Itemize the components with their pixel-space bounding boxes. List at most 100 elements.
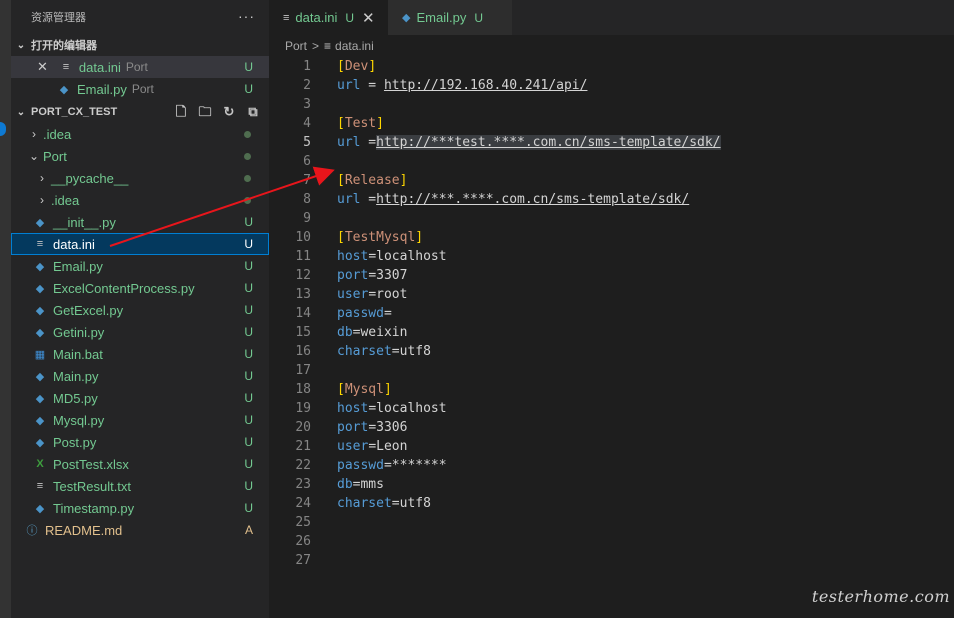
activity-indicator — [0, 122, 6, 136]
tree-file[interactable]: ▦ Main.bat U — [11, 343, 269, 365]
tree-file[interactable]: ◆ Mysql.py U — [11, 409, 269, 431]
python-icon: ◆ — [35, 260, 45, 273]
code-line: 17 — [269, 361, 954, 380]
project-name: PORT_CX_TEST — [31, 106, 118, 118]
line-number: 9 — [303, 211, 311, 226]
tree-file[interactable]: ⓘ README.md A — [11, 519, 269, 541]
tree-file-selected[interactable]: ≡ data.ini U — [11, 233, 269, 255]
ini-key: user — [337, 287, 369, 302]
chevron-down-icon: ⌄ — [16, 39, 26, 51]
url-link[interactable]: http://***test.****.com.cn/sms-template/… — [376, 135, 721, 150]
chevron-right-icon: › — [40, 171, 44, 185]
git-status-dot — [244, 130, 251, 138]
tree-folder-idea-2[interactable]: › .idea — [11, 189, 269, 211]
line-number: 4 — [303, 116, 311, 131]
code-editor[interactable]: 1 [Dev] 2 url = http://192.168.40.241/api/… — [269, 57, 954, 570]
tree-file[interactable]: ◆ MD5.py U — [11, 387, 269, 409]
tree-file[interactable]: ◆ Getini.py U — [11, 321, 269, 343]
tree-item-label: .idea — [51, 192, 80, 208]
ini-value: localhost — [376, 401, 447, 416]
tree-file[interactable]: ◆ Post.py U — [11, 431, 269, 453]
ini-value: 3306 — [376, 420, 408, 435]
section-name: Mysql — [344, 382, 384, 397]
tab-data-ini[interactable]: ≡ data.ini U ✕ — [269, 0, 388, 35]
more-actions-icon[interactable]: ··· — [238, 8, 255, 24]
tree-item-label: data.ini — [53, 236, 95, 252]
git-status-dot — [244, 174, 251, 182]
tree-item-label: __init__.py — [53, 214, 116, 230]
git-status: U — [244, 237, 253, 251]
code-line: 8 url =http://***.****.com.cn/sms-templat… — [269, 190, 954, 209]
git-status: U — [244, 215, 253, 229]
open-editor-desc: Port — [125, 60, 148, 74]
line-number: 23 — [295, 477, 311, 492]
python-icon: ◆ — [35, 216, 45, 229]
tree-folder-port[interactable]: ⌄ Port — [11, 145, 269, 167]
ini-value: 3307 — [376, 268, 408, 283]
info-icon: ⓘ — [26, 525, 38, 537]
new-file-icon[interactable]: 🗋 — [173, 104, 189, 120]
breadcrumb-file[interactable]: data.ini — [335, 39, 374, 53]
refresh-icon[interactable]: ↻ — [221, 104, 237, 120]
section-name: Release — [344, 173, 400, 188]
ini-key: url — [337, 78, 361, 93]
tree-file[interactable]: ≡ TestResult.txt U — [11, 475, 269, 497]
explorer-sidebar: 资源管理器 ··· ⌄ 打开的编辑器 ✕ ≡ data.ini Port U ◆… — [11, 0, 269, 618]
line-number: 3 — [303, 97, 311, 112]
url-link[interactable]: http://192.168.40.241/api/ — [384, 78, 588, 93]
tab-email-py[interactable]: ◆ Email.py U — [388, 0, 512, 35]
git-status: U — [244, 457, 253, 471]
tree-file[interactable]: X PostTest.xlsx U — [11, 453, 269, 475]
tree-file[interactable]: ◆ Timestamp.py U — [11, 497, 269, 519]
python-icon: ◆ — [35, 282, 45, 295]
code-line: 20 port=3306 — [269, 418, 954, 437]
tree-item-label: Post.py — [53, 434, 97, 450]
tree-file[interactable]: ◆ GetExcel.py U — [11, 299, 269, 321]
open-editor-name: Email.py — [77, 81, 127, 97]
section-name: TestMysql — [344, 230, 416, 245]
close-icon[interactable]: ✕ — [362, 9, 375, 27]
editor-area: ≡ data.ini U ✕ ◆ Email.py U Port > ≡ dat… — [269, 0, 954, 618]
tree-folder-idea[interactable]: › .idea — [11, 123, 269, 145]
open-editor-item-email-py[interactable]: ◆ Email.py Port U — [11, 78, 269, 100]
ini-key: port — [337, 420, 369, 435]
line-number: 26 — [295, 534, 311, 549]
breadcrumb-folder[interactable]: Port — [285, 39, 307, 53]
open-editor-item-data-ini[interactable]: ✕ ≡ data.ini Port U — [11, 56, 269, 78]
code-line: 18 [Mysql] — [269, 380, 954, 399]
collapse-all-icon[interactable]: ⧉ — [245, 104, 261, 120]
ini-value: Leon — [376, 439, 408, 454]
code-line: 1 [Dev] — [269, 57, 954, 76]
tab-label: Email.py — [416, 10, 467, 25]
tree-folder-pycache[interactable]: › __pycache__ — [11, 167, 269, 189]
ini-value: utf8 — [399, 496, 431, 511]
tree-file[interactable]: ◆ Main.py U — [11, 365, 269, 387]
line-number: 14 — [295, 306, 311, 321]
line-number: 8 — [303, 192, 311, 207]
git-status: A — [244, 523, 253, 537]
tab-status: U — [345, 10, 355, 25]
url-link[interactable]: http://***.****.com.cn/sms-template/sdk/ — [376, 192, 689, 207]
close-icon[interactable]: ✕ — [37, 59, 48, 75]
tree-item-label: Main.bat — [53, 346, 103, 362]
code-line: 19 host=localhost — [269, 399, 954, 418]
open-editors-header[interactable]: ⌄ 打开的编辑器 — [11, 34, 269, 56]
project-header[interactable]: ⌄ PORT_CX_TEST 🗋 🗀 ↻ ⧉ — [11, 101, 269, 123]
ini-key: passwd — [337, 306, 384, 321]
python-icon: ◆ — [35, 502, 45, 515]
tree-item-label: TestResult.txt — [53, 478, 132, 494]
ini-file-icon: ≡ — [324, 38, 332, 53]
explorer-toolbar: 🗋 🗀 ↻ ⧉ — [173, 104, 261, 120]
code-line: 23 db=mms — [269, 475, 954, 494]
python-icon: ◆ — [35, 326, 45, 339]
ini-value: root — [376, 287, 408, 302]
tree-item-label: Timestamp.py — [53, 500, 135, 516]
tree-file[interactable]: ◆ __init__.py U — [11, 211, 269, 233]
line-number: 20 — [295, 420, 311, 435]
tree-file[interactable]: ◆ ExcelContentProcess.py U — [11, 277, 269, 299]
tree-file[interactable]: ◆ Email.py U — [11, 255, 269, 277]
tree-item-label: README.md — [45, 522, 123, 538]
code-line: 7 [Release] — [269, 171, 954, 190]
new-folder-icon[interactable]: 🗀 — [197, 104, 213, 120]
line-number: 2 — [303, 78, 311, 93]
